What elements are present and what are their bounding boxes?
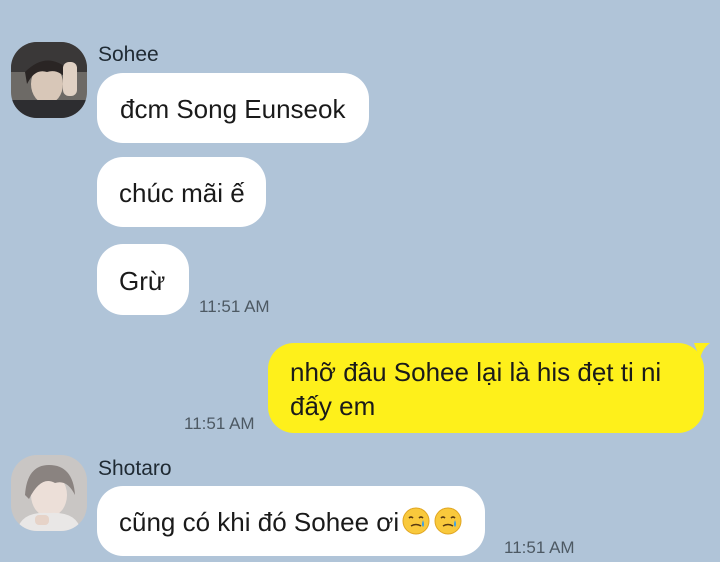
message-timestamp: 11:51 AM bbox=[199, 297, 270, 316]
message-text: đcm Song Eunseok bbox=[120, 94, 346, 124]
smiling-face-with-tear-icon bbox=[434, 507, 462, 535]
message-timestamp: 11:51 AM bbox=[504, 538, 575, 557]
message-text: nhỡ đâu Sohee lại là his đẹt ti ni đấy e… bbox=[290, 357, 662, 421]
message-text: chúc mãi ế bbox=[119, 178, 245, 208]
message-bubble[interactable]: chúc mãi ế bbox=[97, 157, 266, 227]
message-text: cũng có khi đó Sohee ơi bbox=[119, 507, 400, 537]
avatar-shotaro[interactable] bbox=[11, 455, 87, 531]
smiling-face-with-tear-icon bbox=[402, 507, 430, 535]
chat-view: Sohee đcm Song Eunseok chúc mãi ế Grừ 11… bbox=[0, 0, 720, 562]
avatar-sohee[interactable] bbox=[11, 42, 87, 118]
message-bubble[interactable]: đcm Song Eunseok bbox=[97, 73, 370, 143]
message-bubble[interactable]: cũng có khi đó Sohee ơi bbox=[97, 486, 486, 556]
message-text: Grừ bbox=[119, 266, 166, 296]
message-bubble[interactable]: Grừ bbox=[97, 244, 190, 315]
message-timestamp: 11:51 AM bbox=[184, 414, 255, 433]
sender-name-sohee: Sohee bbox=[98, 43, 159, 66]
outgoing-message-bubble[interactable]: nhỡ đâu Sohee lại là his đẹt ti ni đấy e… bbox=[268, 343, 704, 433]
bubble-tail bbox=[694, 343, 710, 359]
sender-name-shotaro: Shotaro bbox=[98, 457, 172, 480]
